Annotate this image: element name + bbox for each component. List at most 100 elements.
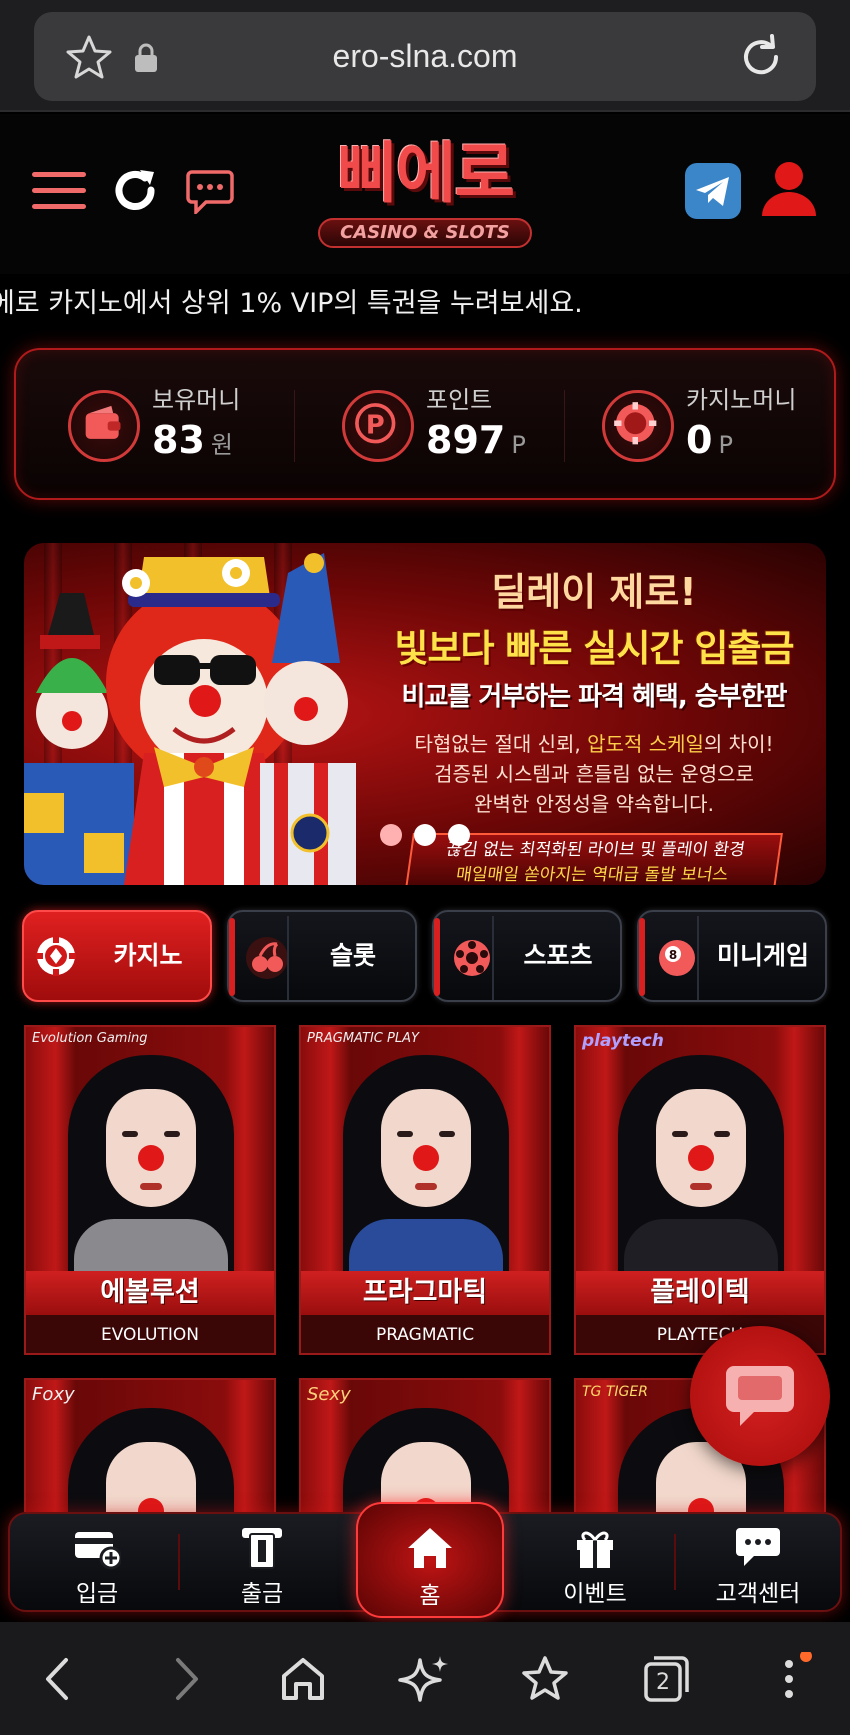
card-outfit: [74, 1219, 228, 1279]
game-name-ko: 플레이텍: [576, 1271, 824, 1315]
balance-label: 보유머니: [152, 386, 241, 414]
game-card-evolution[interactable]: Evolution Gaming 에볼루션 EVOLUTION: [24, 1025, 276, 1355]
marquee-text: 에로 카지노에서 상위 1% VIP의 특권을 누려보세요.: [0, 288, 583, 319]
casino-money-value: 0P: [686, 418, 733, 462]
ball-8-icon: 8: [659, 940, 695, 976]
nav-label: 입금: [75, 1581, 119, 1607]
divider: [564, 390, 565, 462]
provider-logo: TG TIGER: [582, 1384, 648, 1400]
game-name-ko: 에볼루션: [26, 1271, 274, 1315]
clowns-illustration: [24, 553, 356, 885]
sparkle-icon[interactable]: [398, 1652, 452, 1706]
chat-icon[interactable]: [186, 170, 234, 214]
carousel-dot[interactable]: [380, 824, 402, 846]
banner-headline: 빛보다 빠른 실시간 입출금: [394, 627, 794, 670]
points-label: 포인트: [426, 386, 493, 414]
home-icon: [408, 1528, 452, 1568]
card-eye: [714, 1131, 730, 1137]
cherry-icon: [246, 937, 288, 979]
tab-label: 스포츠: [523, 941, 593, 970]
nav-home[interactable]: 홈: [356, 1502, 504, 1618]
game-name-en: PRAGMATIC: [301, 1315, 549, 1353]
live-chat-button[interactable]: [690, 1326, 830, 1466]
clown-nose: [138, 1145, 164, 1171]
menu-icon[interactable]: [32, 170, 86, 212]
forward-icon[interactable]: [158, 1652, 212, 1706]
card-outfit: [624, 1219, 778, 1279]
telegram-icon[interactable]: [684, 162, 742, 220]
notice-marquee: 에로 카지노에서 상위 1% VIP의 특권을 누려보세요.: [0, 284, 850, 324]
tab-count: 2: [656, 1670, 670, 1695]
soccer-ball-icon: [454, 940, 490, 976]
carousel-dot[interactable]: [414, 824, 436, 846]
support-chat-icon: [726, 1366, 794, 1426]
tab-label: 미니게임: [716, 941, 809, 970]
back-icon[interactable]: [32, 1652, 86, 1706]
game-card-foxy[interactable]: Foxy: [24, 1378, 276, 1512]
gift-icon: [577, 1531, 613, 1568]
svg-text:8: 8: [669, 948, 677, 962]
banner-body: 타협없는 절대 신뢰, 압도적 스케일의 차이! 검증된 시스템과 흔들림 없는…: [414, 732, 774, 816]
home-icon[interactable]: [276, 1652, 330, 1706]
tab-sports[interactable]: 스포츠: [432, 910, 622, 1002]
provider-logo: playtech: [582, 1031, 664, 1051]
tab-label: 슬롯: [329, 941, 376, 970]
tab-slots[interactable]: 슬롯: [227, 910, 417, 1002]
nav-customer-center[interactable]: 고객센터: [683, 1514, 833, 1610]
promo-banner[interactable]: 딜레이 제로! 빛보다 빠른 실시간 입출금 비교를 거부하는 파격 혜택, 승…: [24, 543, 826, 885]
nav-label: 고객센터: [715, 1581, 801, 1607]
points-value: 897 P: [426, 418, 526, 462]
reload-icon[interactable]: [736, 32, 786, 82]
game-card-pragmatic[interactable]: PRAGMATIC PLAY 프라그마틱 PRAGMATIC: [299, 1025, 551, 1355]
chip-icon: [602, 390, 674, 462]
card-outfit: [349, 1219, 503, 1279]
user-icon[interactable]: [758, 158, 820, 220]
support-chat-icon: [736, 1528, 780, 1566]
site-header: 삐에로 CASINO & SLOTS: [0, 114, 850, 274]
clown-nose: [688, 1145, 714, 1171]
provider-logo: Sexy: [307, 1384, 351, 1405]
card-eye: [439, 1131, 455, 1137]
url-text[interactable]: ero-slna.com: [34, 12, 816, 101]
casino-money-label: 카지노머니: [686, 386, 797, 414]
divider: [492, 916, 494, 1000]
game-card-sexy[interactable]: Sexy: [299, 1378, 551, 1512]
tab-edge: [229, 918, 235, 996]
provider-logo: Foxy: [32, 1384, 75, 1405]
nav-deposit[interactable]: 입금: [22, 1514, 172, 1610]
divider: [697, 916, 699, 1000]
deposit-card-icon: [75, 1532, 121, 1570]
card-lips: [415, 1183, 437, 1190]
card-lips: [140, 1183, 162, 1190]
card-lips: [690, 1183, 712, 1190]
game-card-playtech[interactable]: playtech 플레이텍 PLAYTECH: [574, 1025, 826, 1355]
browser-bottom-bar: 2: [0, 1622, 850, 1735]
divider: [287, 916, 289, 1000]
nav-label: 출금: [240, 1581, 284, 1607]
svg-text:P: P: [366, 410, 385, 440]
nav-withdraw[interactable]: 출금: [187, 1514, 337, 1610]
banner-title: 딜레이 제로!: [491, 570, 697, 614]
tab-label: 카지노: [113, 941, 183, 970]
nav-label: 이벤트: [563, 1581, 627, 1607]
address-bar[interactable]: ero-slna.com: [34, 12, 816, 101]
nav-event[interactable]: 이벤트: [520, 1514, 670, 1610]
carousel-dot[interactable]: [448, 824, 470, 846]
refresh-icon[interactable]: [110, 166, 160, 216]
provider-logo: PRAGMATIC PLAY: [307, 1031, 419, 1046]
card-eye: [164, 1131, 180, 1137]
site-logo[interactable]: 삐에로 CASINO & SLOTS: [308, 132, 542, 250]
bookmark-star-icon[interactable]: [518, 1652, 572, 1706]
bottom-navigation: 입금 출금 홈 이벤트 고객센터: [8, 1502, 842, 1618]
casino-chip-icon: [36, 936, 76, 976]
tab-edge: [434, 918, 440, 996]
more-menu-icon[interactable]: [762, 1652, 816, 1706]
logo-title: 삐에로: [336, 135, 515, 212]
tab-casino[interactable]: 카지노: [22, 910, 212, 1002]
divider: [178, 1534, 180, 1590]
nav-label: 홈: [419, 1583, 441, 1609]
divider: [294, 390, 295, 462]
tabs-button[interactable]: 2: [640, 1652, 694, 1706]
tab-minigame[interactable]: 8 미니게임: [637, 910, 827, 1002]
card-eye: [397, 1131, 413, 1137]
